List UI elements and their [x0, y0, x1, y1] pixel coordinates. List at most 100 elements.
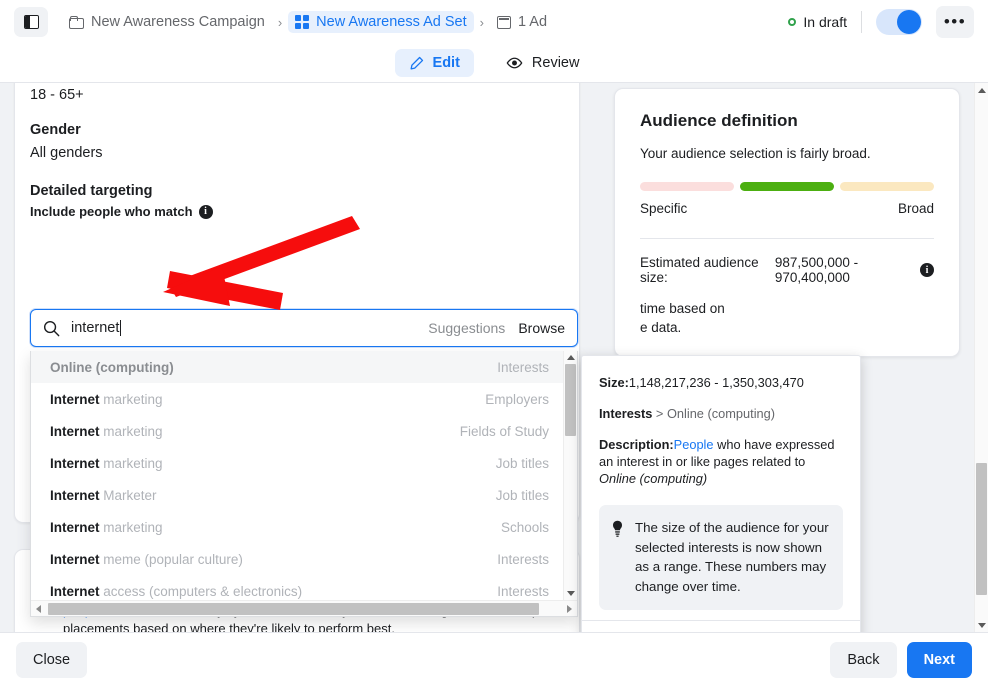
footer-bar: Close Back Next — [0, 632, 988, 686]
scrollbar-track[interactable] — [46, 601, 562, 617]
list-item[interactable]: Internet marketing Employers — [31, 383, 563, 415]
dropdown-vertical-scrollbar[interactable] — [563, 351, 577, 600]
detailed-targeting-label: Detailed targeting — [30, 183, 152, 199]
estimate-value: 987,500,000 - 970,400,000 — [775, 255, 914, 285]
tab-review-label: Review — [532, 55, 580, 71]
suggestion-bold: Internet — [50, 424, 100, 439]
breadcrumb-item-campaign[interactable]: New Awareness Campaign — [62, 11, 272, 33]
detailed-targeting-search-field[interactable]: internet Suggestions Browse — [30, 309, 578, 347]
tooltip-path-leaf: Online (computing) — [667, 406, 775, 421]
breadcrumb-label-adset: New Awareness Ad Set — [316, 14, 466, 30]
list-item[interactable]: Internet meme (popular culture) Interest… — [31, 543, 563, 575]
page-title: Audience definition — [640, 111, 934, 131]
scroll-up-arrow-icon[interactable] — [564, 351, 577, 364]
suggestion-bold: Internet — [50, 392, 100, 407]
audience-note-part2: e data. — [640, 320, 681, 335]
info-icon[interactable]: i — [920, 263, 934, 277]
suggestion-label: Internet access (computers & electronics… — [50, 584, 302, 599]
next-button[interactable]: Next — [907, 642, 972, 678]
suggestion-label: Online (computing) — [50, 360, 174, 375]
suggestion-rest: access (computers & electronics) — [100, 584, 303, 599]
suggestion-bold: Internet — [50, 520, 100, 535]
suggestion-bold: Internet — [50, 456, 100, 471]
breadcrumb: New Awareness Campaign › New Awareness A… — [62, 11, 554, 33]
suggestion-category: Employers — [473, 392, 549, 407]
scroll-down-arrow-icon[interactable] — [975, 618, 988, 632]
browse-button[interactable]: Browse — [518, 320, 565, 336]
tooltip-desc-italic: Online (computing) — [599, 471, 707, 486]
estimate-label: Estimated audience size: — [640, 255, 769, 285]
list-item[interactable]: Internet Marketer Job titles — [31, 479, 563, 511]
scrollbar-thumb[interactable] — [48, 603, 539, 615]
scrollbar-thumb[interactable] — [565, 364, 576, 436]
suggestion-bold: Internet — [50, 584, 100, 599]
audience-scale-labels: Specific Broad — [640, 201, 934, 216]
eye-icon — [506, 57, 523, 69]
suggestion-label: Internet marketing — [50, 392, 163, 407]
audience-subtitle: Your audience selection is fairly broad. — [640, 146, 934, 161]
view-tabs: Edit Review — [0, 44, 988, 82]
suggestion-bold: Online (computing) — [50, 360, 174, 375]
suggestion-list: Online (computing) Interests Internet ma… — [31, 351, 563, 600]
audience-note-part1: time based on — [640, 301, 725, 316]
suggestion-label: Internet meme (popular culture) — [50, 552, 243, 567]
close-button[interactable]: Close — [16, 642, 87, 678]
tooltip-desc-label: Description: — [599, 437, 674, 452]
list-item[interactable]: Internet marketing Fields of Study — [31, 415, 563, 447]
gender-label: Gender — [30, 122, 81, 138]
list-item[interactable]: Online (computing) Interests — [31, 351, 563, 383]
pencil-icon — [409, 56, 424, 71]
breadcrumb-separator-1: › — [276, 15, 284, 30]
grid-icon — [295, 15, 309, 29]
breadcrumb-item-adset[interactable]: New Awareness Ad Set — [288, 11, 473, 33]
lightbulb-icon — [611, 520, 624, 537]
list-item[interactable]: Internet marketing Job titles — [31, 447, 563, 479]
scroll-left-arrow-icon[interactable] — [31, 605, 46, 613]
info-icon[interactable]: i — [199, 205, 213, 219]
suggestion-rest: marketing — [100, 392, 163, 407]
suggestion-category: Job titles — [484, 488, 549, 503]
search-input-value: internet — [71, 320, 119, 336]
scroll-up-arrow-icon[interactable] — [975, 83, 988, 97]
tooltip-size-label: Size: — [599, 375, 629, 390]
scrollbar-thumb[interactable] — [976, 463, 987, 595]
suggestion-rest: marketing — [100, 456, 163, 471]
tooltip-info-text: The size of the audience for your select… — [635, 518, 829, 596]
tab-review[interactable]: Review — [492, 49, 594, 77]
adset-active-toggle[interactable] — [876, 9, 922, 35]
folder-icon — [69, 16, 84, 29]
footer-actions: Back Next — [830, 642, 972, 678]
tooltip-size-row: Size:1,148,217,236 - 1,350,303,470 — [599, 374, 843, 391]
list-item[interactable]: Internet marketing Schools — [31, 511, 563, 543]
scroll-down-arrow-icon[interactable] — [564, 587, 577, 600]
scale-label-specific: Specific — [640, 201, 687, 216]
suggestion-category: Schools — [489, 520, 549, 535]
tooltip-info-box: The size of the audience for your select… — [599, 505, 843, 610]
tooltip-size-value: 1,148,217,236 - 1,350,303,470 — [629, 375, 804, 390]
age-value: 18 - 65+ — [30, 87, 84, 103]
search-input[interactable]: internet — [71, 320, 428, 336]
suggestions-button[interactable]: Suggestions — [428, 320, 505, 336]
sidebar-panel-icon[interactable] — [14, 7, 48, 37]
audience-note: time based on e data. — [640, 299, 934, 337]
audience-definition-card: Audience definition Your audience select… — [614, 88, 960, 357]
tooltip-path-sep: > — [652, 406, 667, 421]
text-caret — [120, 320, 121, 336]
dropdown-horizontal-scrollbar[interactable] — [31, 600, 577, 616]
breadcrumb-separator-2: › — [478, 15, 486, 30]
back-button[interactable]: Back — [830, 642, 896, 678]
breadcrumb-item-ad[interactable]: 1 Ad — [490, 11, 554, 33]
tooltip-body: Size:1,148,217,236 - 1,350,303,470 Inter… — [582, 356, 860, 487]
top-bar-right: In draft ••• — [788, 6, 974, 38]
people-link[interactable]: People — [674, 437, 714, 452]
suggestion-label: Internet marketing — [50, 456, 163, 471]
suggestion-bold: Internet — [50, 488, 100, 503]
tooltip-footer: Report this as inappropriate — [582, 620, 860, 632]
page-scrollbar[interactable] — [974, 83, 988, 632]
scale-label-broad: Broad — [898, 201, 934, 216]
scroll-right-arrow-icon[interactable] — [562, 605, 577, 613]
more-options-button[interactable]: ••• — [936, 6, 974, 38]
tab-edit[interactable]: Edit — [395, 49, 474, 77]
suggestion-category: Interests — [485, 360, 549, 375]
suggestion-label: Internet marketing — [50, 424, 163, 439]
